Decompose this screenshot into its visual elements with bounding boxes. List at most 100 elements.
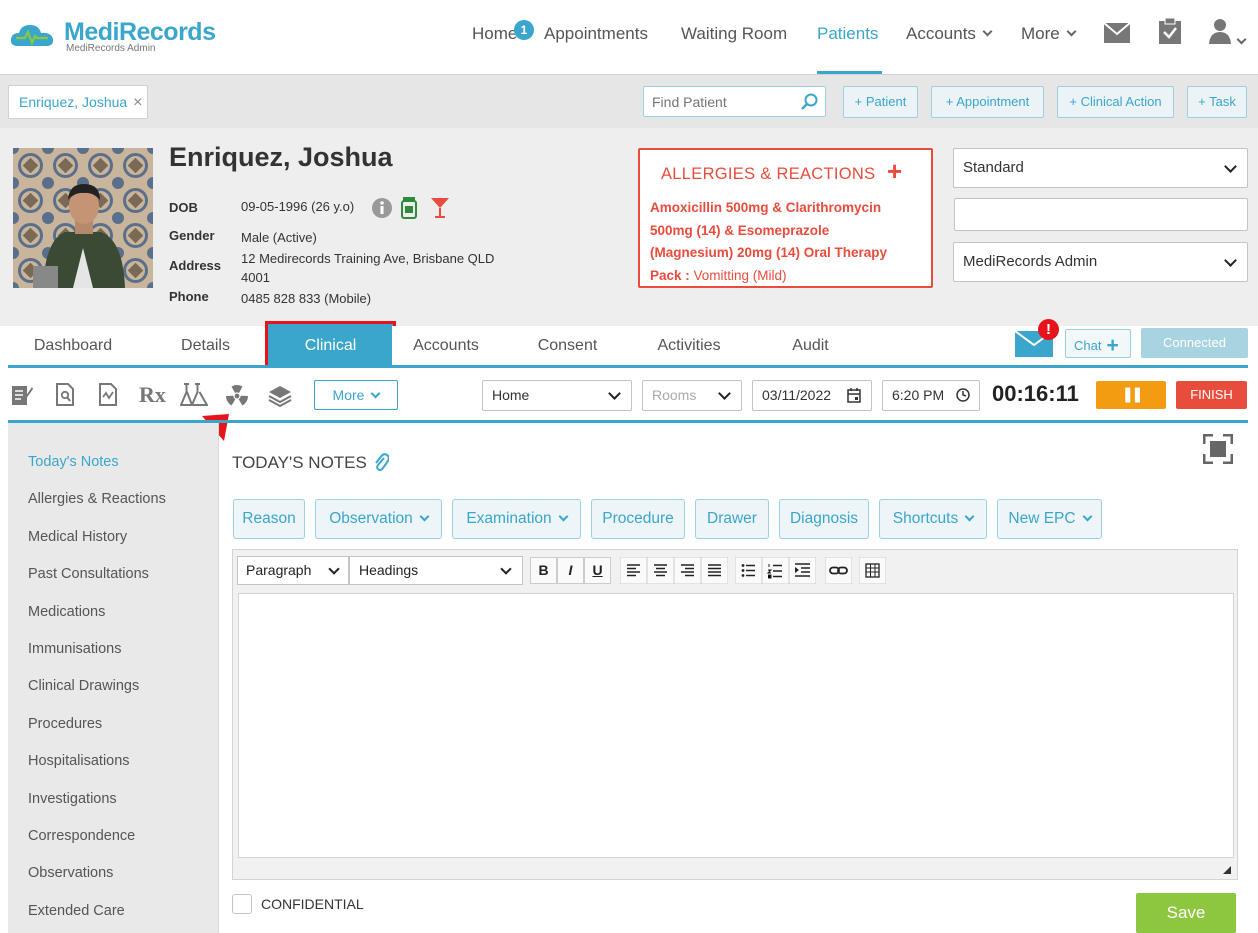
location-select[interactable]: Home xyxy=(482,380,632,411)
billing-type-select[interactable]: Standard xyxy=(953,148,1248,188)
diagnosis-button[interactable]: Diagnosis xyxy=(779,499,869,539)
sidebar-item-extended-care[interactable]: Extended Care xyxy=(28,903,125,919)
sidebar-item-past-consultations[interactable]: Past Consultations xyxy=(28,566,149,582)
open-patient-tab[interactable]: Enriquez, Joshua × xyxy=(8,85,148,119)
nav-accounts[interactable]: Accounts xyxy=(906,24,993,44)
layers-stack-icon[interactable] xyxy=(268,384,292,408)
chevron-down-icon[interactable] xyxy=(1236,34,1247,45)
align-left-icon[interactable] xyxy=(620,557,647,584)
confidential-checkbox[interactable] xyxy=(232,894,252,914)
drawer-button[interactable]: Drawer xyxy=(695,499,769,539)
radiation-imaging-icon[interactable] xyxy=(225,384,249,408)
bullet-list-icon[interactable] xyxy=(735,557,762,584)
add-allergy-button[interactable]: + xyxy=(887,156,902,187)
document-chart-icon[interactable] xyxy=(98,383,118,407)
add-appointment-button[interactable]: + Appointment xyxy=(931,86,1044,118)
align-right-icon[interactable] xyxy=(674,557,701,584)
allergies-panel[interactable]: ALLERGIES & REACTIONS + Amoxicillin 500m… xyxy=(638,148,933,288)
headings-select[interactable]: Headings xyxy=(349,556,523,585)
align-center-icon[interactable] xyxy=(647,557,674,584)
notes-title: TODAY'S NOTES xyxy=(232,453,367,473)
provider-select[interactable]: MediRecords Admin xyxy=(953,242,1248,282)
close-icon[interactable]: × xyxy=(133,94,142,111)
tab-consent[interactable]: Consent xyxy=(512,326,637,366)
user-icon[interactable] xyxy=(1209,18,1231,44)
observation-button[interactable]: Observation xyxy=(315,499,442,539)
underline-button[interactable]: U xyxy=(584,557,611,584)
date-field[interactable]: 03/11/2022 xyxy=(752,380,872,411)
mail-icon[interactable] xyxy=(1104,23,1130,43)
paperclip-icon[interactable] xyxy=(373,453,389,473)
sidebar-item-medical-history[interactable]: Medical History xyxy=(28,529,127,545)
plus-icon: + xyxy=(1106,334,1119,357)
tab-activities[interactable]: Activities xyxy=(633,326,759,366)
calendar-icon[interactable] xyxy=(847,388,861,403)
pause-button[interactable]: ❚❚ xyxy=(1096,381,1166,409)
align-justify-icon[interactable] xyxy=(701,557,728,584)
save-button[interactable]: Save xyxy=(1136,893,1236,933)
add-patient-button[interactable]: + Patient xyxy=(843,86,918,118)
notes-edit-icon[interactable] xyxy=(11,383,33,407)
sidebar-item-observations[interactable]: Observations xyxy=(28,865,113,881)
sidebar-item-clinical-drawings[interactable]: Clinical Drawings xyxy=(28,678,139,694)
sidebar-item-todays-notes[interactable]: Today's Notes xyxy=(28,454,119,470)
add-clinical-action-button[interactable]: + Clinical Action xyxy=(1057,86,1174,118)
lab-flask-icon[interactable] xyxy=(180,383,208,407)
info-icon[interactable] xyxy=(372,198,392,218)
chat-button[interactable]: Chat + xyxy=(1065,329,1131,358)
search-input[interactable] xyxy=(644,87,794,116)
search-icon[interactable] xyxy=(801,93,819,111)
sidebar-item-immunisations[interactable]: Immunisations xyxy=(28,641,121,657)
sidebar-item-procedures[interactable]: Procedures xyxy=(28,716,102,732)
nav-appointments[interactable]: Appointments xyxy=(544,24,648,44)
indent-icon[interactable] xyxy=(789,557,816,584)
nav-waiting-room[interactable]: Waiting Room xyxy=(681,24,787,44)
more-tools-label: More xyxy=(332,387,365,403)
italic-button[interactable]: I xyxy=(557,557,584,584)
examination-button[interactable]: Examination xyxy=(452,499,581,539)
paragraph-select[interactable]: Paragraph xyxy=(237,556,349,585)
editor-body[interactable] xyxy=(238,593,1234,858)
more-tools-button[interactable]: More xyxy=(314,380,398,410)
clipboard-check-icon[interactable] xyxy=(1159,18,1181,44)
find-patient-field[interactable] xyxy=(643,86,826,117)
alcohol-glass-icon[interactable] xyxy=(430,197,450,219)
clock-icon[interactable] xyxy=(956,388,970,402)
reason-button[interactable]: Reason xyxy=(233,499,305,539)
numbered-list-icon[interactable] xyxy=(762,557,789,584)
sidebar-item-hospitalisations[interactable]: Hospitalisations xyxy=(28,753,130,769)
resize-handle-icon[interactable] xyxy=(1223,866,1231,874)
sidebar-item-correspondence[interactable]: Correspondence xyxy=(28,828,135,844)
table-icon[interactable] xyxy=(859,557,886,584)
chevron-down-icon xyxy=(558,511,569,522)
sidebar-item-investigations[interactable]: Investigations xyxy=(28,791,117,807)
prescription-rx-icon[interactable]: Rx xyxy=(139,382,166,408)
nav-home[interactable]: Home xyxy=(472,24,517,44)
shortcuts-button[interactable]: Shortcuts xyxy=(879,499,987,539)
sidebar-item-medications[interactable]: Medications xyxy=(28,604,105,620)
tab-audit[interactable]: Audit xyxy=(755,326,880,366)
fullscreen-icon[interactable] xyxy=(1203,434,1233,464)
time-field[interactable]: 6:20 PM xyxy=(882,380,980,411)
nav-accounts-label: Accounts xyxy=(906,24,976,43)
rooms-select[interactable]: Rooms xyxy=(642,380,742,411)
logo[interactable]: MediRecords MediRecords Admin xyxy=(8,18,216,58)
tab-highlight-box xyxy=(265,321,396,370)
add-task-button[interactable]: + Task xyxy=(1187,86,1247,118)
document-search-icon[interactable] xyxy=(55,383,75,407)
tab-details[interactable]: Details xyxy=(150,326,281,366)
link-icon[interactable] xyxy=(825,557,852,584)
tab-dashboard[interactable]: Dashboard xyxy=(8,326,156,366)
sidebar-item-allergies[interactable]: Allergies & Reactions xyxy=(28,491,166,507)
allergy-entry: Amoxicillin 500mg & Clarithromycin 500mg… xyxy=(650,197,930,287)
blank-input[interactable] xyxy=(954,198,1248,231)
nav-patients[interactable]: Patients xyxy=(817,24,878,44)
nav-more[interactable]: More xyxy=(1021,24,1077,44)
tab-accounts[interactable]: Accounts xyxy=(392,326,516,366)
procedure-button[interactable]: Procedure xyxy=(591,499,685,539)
new-epc-button[interactable]: New EPC xyxy=(997,499,1102,539)
chevron-down-icon xyxy=(718,387,731,400)
finish-button[interactable]: FINISH xyxy=(1176,381,1247,409)
medication-jar-icon[interactable] xyxy=(401,197,417,219)
bold-button[interactable]: B xyxy=(530,557,557,584)
